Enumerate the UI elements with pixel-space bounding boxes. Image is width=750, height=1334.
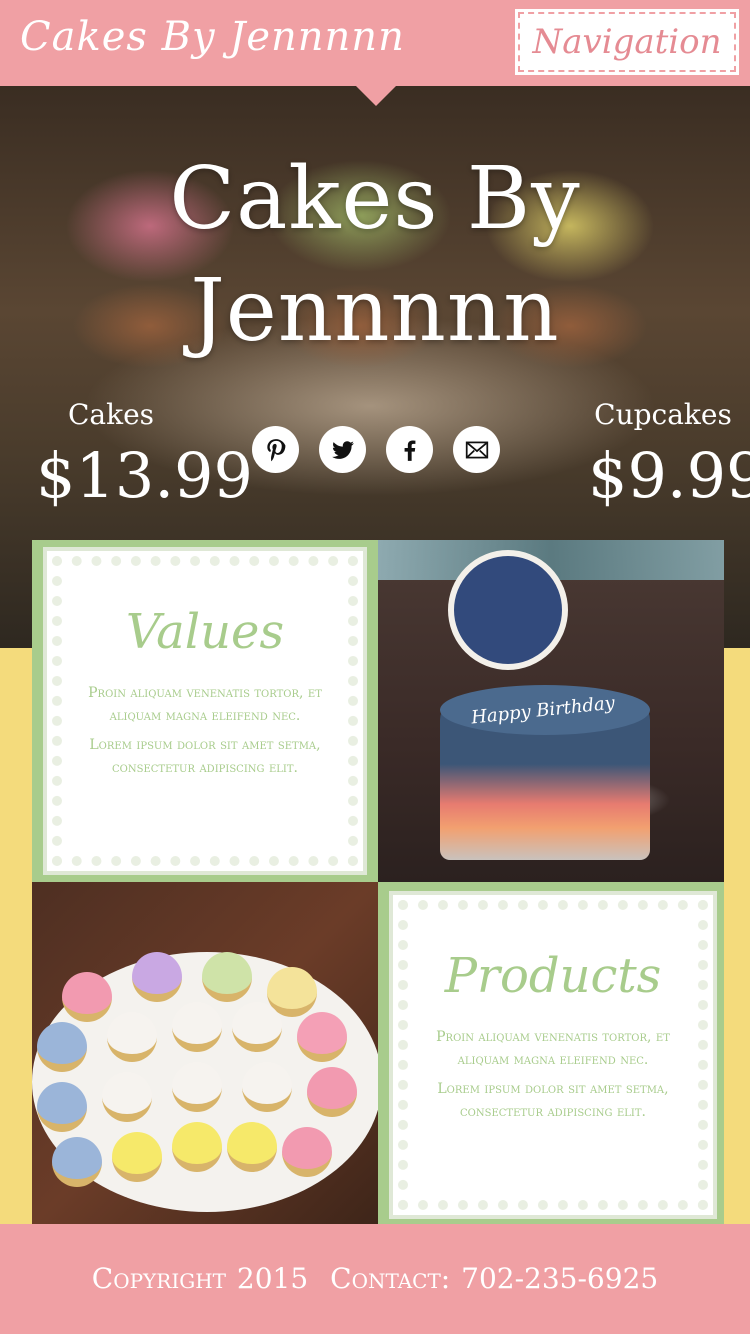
cupcake	[172, 1002, 222, 1052]
cupcake	[282, 1127, 332, 1177]
header-notch	[356, 86, 396, 106]
brand-logo[interactable]: Cakes By Jennnnn	[20, 14, 405, 60]
cupcakes-price: Cupcakes $9.99	[588, 398, 750, 513]
social-links	[252, 426, 500, 473]
cupcake	[132, 952, 182, 1002]
products-card: Products Proin aliquam venenatis tortor,…	[398, 900, 708, 1210]
hero-title-line-2: Jennnnn	[190, 260, 560, 361]
content-grid: Values Proin aliquam venenatis tortor, e…	[32, 540, 724, 1224]
email-icon[interactable]	[453, 426, 500, 473]
cakes-price-label: Cakes	[67, 398, 155, 431]
cupcake	[62, 972, 112, 1022]
navigation-button[interactable]: Navigation	[515, 9, 739, 75]
hero-title-line-1: Cakes By	[169, 149, 581, 249]
cupcakes-price-label: Cupcakes	[594, 398, 732, 431]
cupcake	[297, 1012, 347, 1062]
cupcake	[107, 1012, 157, 1062]
cupcake	[307, 1067, 357, 1117]
hero-title: Cakes By Jennnnn	[0, 144, 750, 368]
cupcake	[112, 1132, 162, 1182]
cupcake	[232, 1002, 282, 1052]
pinterest-icon[interactable]	[252, 426, 299, 473]
cupcakes-photo	[32, 882, 378, 1224]
footer-contact[interactable]: Contact: 702-235-6925	[330, 1262, 658, 1295]
cupcake	[227, 1122, 277, 1172]
cupcake	[172, 1122, 222, 1172]
cupcakes-price-value: $9.99	[588, 439, 750, 512]
cupcake	[52, 1137, 102, 1187]
products-heading: Products	[444, 948, 662, 1004]
values-text-1: Proin aliquam venenatis tortor, et aliqu…	[88, 685, 322, 725]
facebook-icon[interactable]	[386, 426, 433, 473]
top-bar: Cakes By Jennnnn Navigation	[0, 0, 750, 106]
cupcake	[202, 952, 252, 1002]
cakes-price: Cakes $13.99	[36, 398, 253, 513]
values-card: Values Proin aliquam venenatis tortor, e…	[52, 556, 358, 866]
values-text-2: Lorem ipsum dolor sit amet setma, consec…	[89, 737, 321, 777]
cupcake	[172, 1062, 222, 1112]
products-text-2: Lorem ipsum dolor sit amet setma, consec…	[437, 1081, 669, 1121]
twitter-icon[interactable]	[319, 426, 366, 473]
values-heading: Values	[125, 604, 285, 660]
cupcake	[37, 1082, 87, 1132]
cupcake	[102, 1072, 152, 1122]
cupcake	[242, 1062, 292, 1112]
mockingjay-topper	[448, 550, 568, 670]
footer-copyright: Copyright 2015	[91, 1262, 309, 1295]
cupcake	[37, 1022, 87, 1072]
products-text-1: Proin aliquam venenatis tortor, et aliqu…	[436, 1029, 670, 1069]
products-tile: Products Proin aliquam venenatis tortor,…	[378, 882, 724, 1224]
cakes-price-value: $13.99	[36, 439, 253, 512]
values-tile: Values Proin aliquam venenatis tortor, e…	[32, 540, 378, 882]
footer: Copyright 2015 Contact: 702-235-6925	[0, 1224, 750, 1334]
birthday-cake-photo: Happy Birthday	[378, 540, 724, 882]
